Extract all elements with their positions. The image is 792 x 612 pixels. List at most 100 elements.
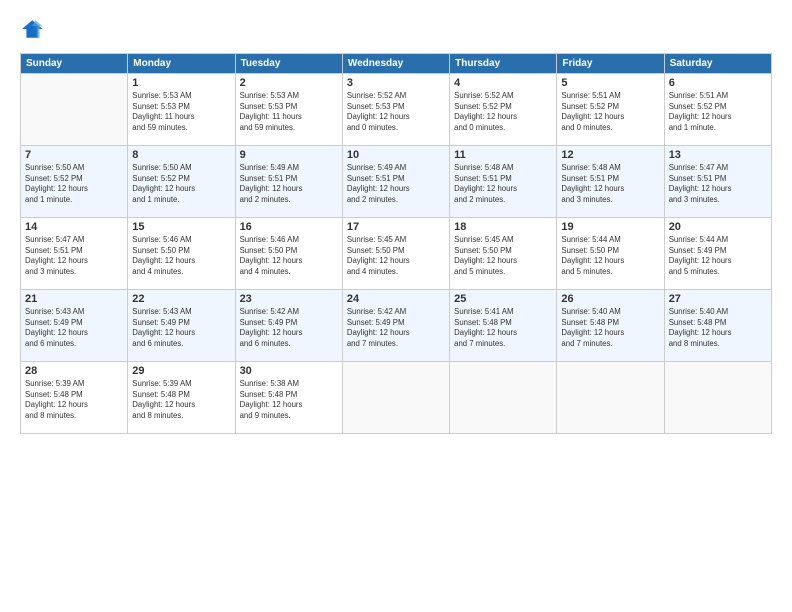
weekday-header-saturday: Saturday: [664, 54, 771, 74]
day-number: 23: [240, 293, 338, 305]
day-info: Sunrise: 5:49 AM Sunset: 5:51 PM Dayligh…: [347, 163, 445, 205]
day-number: 13: [669, 149, 767, 161]
calendar-cell: 26 Sunrise: 5:40 AM Sunset: 5:48 PM Dayli…: [557, 290, 664, 362]
weekday-header-wednesday: Wednesday: [342, 54, 449, 74]
calendar-cell: 6 Sunrise: 5:51 AM Sunset: 5:52 PM Daylig…: [664, 74, 771, 146]
day-number: 21: [25, 293, 123, 305]
day-number: 30: [240, 365, 338, 377]
calendar-cell: 23Sunrise: 5:42 AM Sunset: 5:49 PM Dayli…: [235, 290, 342, 362]
calendar-cell: 3Sunrise: 5:52 AM Sunset: 5:53 PM Daylig…: [342, 74, 449, 146]
day-info: Sunrise: 5:51 AM Sunset: 5:52 PM Dayligh…: [669, 91, 767, 133]
day-info: Sunrise: 5:43 AM Sunset: 5:49 PM Dayligh…: [132, 307, 230, 349]
day-number: 9: [240, 149, 338, 161]
day-number: 10: [347, 149, 445, 161]
day-info: Sunrise: 5:40 AM Sunset: 5:48 PM Dayligh…: [561, 307, 659, 349]
calendar-cell: 18 Sunrise: 5:45 AM Sunset: 5:50 PM Dayli…: [450, 218, 557, 290]
day-number: 18: [454, 221, 552, 233]
day-info: Sunrise: 5:45 AM Sunset: 5:50 PM Dayligh…: [454, 235, 552, 277]
day-number: 29: [132, 365, 230, 377]
calendar-cell: 27 Sunrise: 5:40 AM Sunset: 5:48 PM Dayli…: [664, 290, 771, 362]
calendar-cell: 8 Sunrise: 5:50 AM Sunset: 5:52 PM Daylig…: [128, 146, 235, 218]
weekday-header-sunday: Sunday: [21, 54, 128, 74]
week-row-5: 28 Sunrise: 5:39 AM Sunset: 5:48 PM Dayli…: [21, 362, 772, 434]
weekday-header-row: SundayMondayTuesdayWednesdayThursdayFrid…: [21, 54, 772, 74]
calendar-cell: [342, 362, 449, 434]
day-number: 22: [132, 293, 230, 305]
calendar-cell: 14 Sunrise: 5:47 AM Sunset: 5:51 PM Dayli…: [21, 218, 128, 290]
calendar-cell: 5Sunrise: 5:51 AM Sunset: 5:52 PM Daylig…: [557, 74, 664, 146]
calendar-cell: 30Sunrise: 5:38 AM Sunset: 5:48 PM Dayli…: [235, 362, 342, 434]
weekday-header-monday: Monday: [128, 54, 235, 74]
logo-icon: [22, 18, 44, 40]
logo: [20, 18, 46, 45]
week-row-4: 21 Sunrise: 5:43 AM Sunset: 5:49 PM Dayli…: [21, 290, 772, 362]
calendar-cell: 2 Sunrise: 5:53 AM Sunset: 5:53 PM Daylig…: [235, 74, 342, 146]
day-info: Sunrise: 5:46 AM Sunset: 5:50 PM Dayligh…: [132, 235, 230, 277]
calendar-cell: 15 Sunrise: 5:46 AM Sunset: 5:50 PM Dayli…: [128, 218, 235, 290]
day-number: 28: [25, 365, 123, 377]
day-number: 1: [132, 77, 230, 89]
day-number: 14: [25, 221, 123, 233]
calendar-cell: 1 Sunrise: 5:53 AM Sunset: 5:53 PM Daylig…: [128, 74, 235, 146]
day-info: Sunrise: 5:53 AM Sunset: 5:53 PM Dayligh…: [240, 91, 338, 133]
day-number: 25: [454, 293, 552, 305]
day-info: Sunrise: 5:46 AM Sunset: 5:50 PM Dayligh…: [240, 235, 338, 277]
day-info: Sunrise: 5:45 AM Sunset: 5:50 PM Dayligh…: [347, 235, 445, 277]
day-info: Sunrise: 5:53 AM Sunset: 5:53 PM Dayligh…: [132, 91, 230, 133]
day-number: 11: [454, 149, 552, 161]
day-info: Sunrise: 5:44 AM Sunset: 5:50 PM Dayligh…: [561, 235, 659, 277]
weekday-header-tuesday: Tuesday: [235, 54, 342, 74]
day-info: Sunrise: 5:40 AM Sunset: 5:48 PM Dayligh…: [669, 307, 767, 349]
day-info: Sunrise: 5:50 AM Sunset: 5:52 PM Dayligh…: [132, 163, 230, 205]
calendar-cell: 22 Sunrise: 5:43 AM Sunset: 5:49 PM Dayli…: [128, 290, 235, 362]
calendar-cell: 4Sunrise: 5:52 AM Sunset: 5:52 PM Daylig…: [450, 74, 557, 146]
day-info: Sunrise: 5:44 AM Sunset: 5:49 PM Dayligh…: [669, 235, 767, 277]
day-number: 6: [669, 77, 767, 89]
calendar-cell: 12 Sunrise: 5:48 AM Sunset: 5:51 PM Dayli…: [557, 146, 664, 218]
calendar-cell: 25 Sunrise: 5:41 AM Sunset: 5:48 PM Dayli…: [450, 290, 557, 362]
day-info: Sunrise: 5:42 AM Sunset: 5:49 PM Dayligh…: [347, 307, 445, 349]
week-row-2: 7 Sunrise: 5:50 AM Sunset: 5:52 PM Daylig…: [21, 146, 772, 218]
day-number: 12: [561, 149, 659, 161]
header: [20, 18, 772, 45]
day-info: Sunrise: 5:49 AM Sunset: 5:51 PM Dayligh…: [240, 163, 338, 205]
day-info: Sunrise: 5:52 AM Sunset: 5:52 PM Dayligh…: [454, 91, 552, 133]
day-number: 26: [561, 293, 659, 305]
day-info: Sunrise: 5:50 AM Sunset: 5:52 PM Dayligh…: [25, 163, 123, 205]
weekday-header-thursday: Thursday: [450, 54, 557, 74]
calendar-cell: 13 Sunrise: 5:47 AM Sunset: 5:51 PM Dayli…: [664, 146, 771, 218]
day-info: Sunrise: 5:47 AM Sunset: 5:51 PM Dayligh…: [25, 235, 123, 277]
day-info: Sunrise: 5:47 AM Sunset: 5:51 PM Dayligh…: [669, 163, 767, 205]
day-info: Sunrise: 5:43 AM Sunset: 5:49 PM Dayligh…: [25, 307, 123, 349]
day-info: Sunrise: 5:41 AM Sunset: 5:48 PM Dayligh…: [454, 307, 552, 349]
calendar-cell: 21 Sunrise: 5:43 AM Sunset: 5:49 PM Dayli…: [21, 290, 128, 362]
day-info: Sunrise: 5:39 AM Sunset: 5:48 PM Dayligh…: [132, 379, 230, 421]
calendar-cell: [557, 362, 664, 434]
day-number: 16: [240, 221, 338, 233]
day-number: 7: [25, 149, 123, 161]
day-number: 20: [669, 221, 767, 233]
day-number: 19: [561, 221, 659, 233]
day-number: 24: [347, 293, 445, 305]
day-number: 15: [132, 221, 230, 233]
day-number: 17: [347, 221, 445, 233]
day-info: Sunrise: 5:39 AM Sunset: 5:48 PM Dayligh…: [25, 379, 123, 421]
day-info: Sunrise: 5:48 AM Sunset: 5:51 PM Dayligh…: [561, 163, 659, 205]
weekday-header-friday: Friday: [557, 54, 664, 74]
calendar-cell: 16 Sunrise: 5:46 AM Sunset: 5:50 PM Dayli…: [235, 218, 342, 290]
week-row-1: 1 Sunrise: 5:53 AM Sunset: 5:53 PM Daylig…: [21, 74, 772, 146]
calendar-cell: 9 Sunrise: 5:49 AM Sunset: 5:51 PM Daylig…: [235, 146, 342, 218]
calendar: SundayMondayTuesdayWednesdayThursdayFrid…: [20, 53, 772, 434]
day-number: 2: [240, 77, 338, 89]
day-info: Sunrise: 5:48 AM Sunset: 5:51 PM Dayligh…: [454, 163, 552, 205]
day-number: 27: [669, 293, 767, 305]
calendar-cell: 10 Sunrise: 5:49 AM Sunset: 5:51 PM Dayli…: [342, 146, 449, 218]
week-row-3: 14 Sunrise: 5:47 AM Sunset: 5:51 PM Dayli…: [21, 218, 772, 290]
page: SundayMondayTuesdayWednesdayThursdayFrid…: [0, 0, 792, 612]
calendar-cell: 20 Sunrise: 5:44 AM Sunset: 5:49 PM Dayli…: [664, 218, 771, 290]
calendar-cell: [450, 362, 557, 434]
calendar-cell: 7 Sunrise: 5:50 AM Sunset: 5:52 PM Daylig…: [21, 146, 128, 218]
calendar-cell: [664, 362, 771, 434]
day-number: 3: [347, 77, 445, 89]
day-number: 8: [132, 149, 230, 161]
